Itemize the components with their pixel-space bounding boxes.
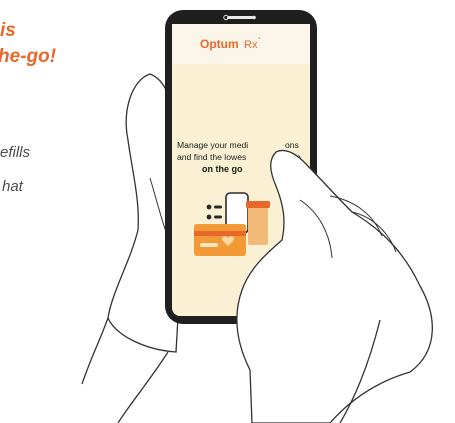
brand-suffix: Rx <box>244 39 258 51</box>
screen-message-line-3: on the go <box>202 164 243 174</box>
screen-header <box>172 24 310 64</box>
left-sleeve-back <box>117 351 169 423</box>
pill-bottle-icon <box>248 205 268 245</box>
notification-dot-icon <box>206 204 212 210</box>
brand-mark: ° <box>258 36 261 44</box>
left-wrist <box>81 317 109 385</box>
phone-speaker <box>227 16 253 19</box>
phone-illustration: Optum Rx ° Manage your medi ons and find… <box>81 10 433 423</box>
phone-sensor <box>252 15 256 20</box>
screen-message-line-1-end: ons <box>285 140 299 150</box>
screen-message-line-2: and find the lowes <box>177 152 246 162</box>
brand-name: Optum <box>200 37 239 51</box>
savings-card-icon <box>194 224 246 256</box>
screen-message-line-1: Manage your medi <box>177 140 248 150</box>
